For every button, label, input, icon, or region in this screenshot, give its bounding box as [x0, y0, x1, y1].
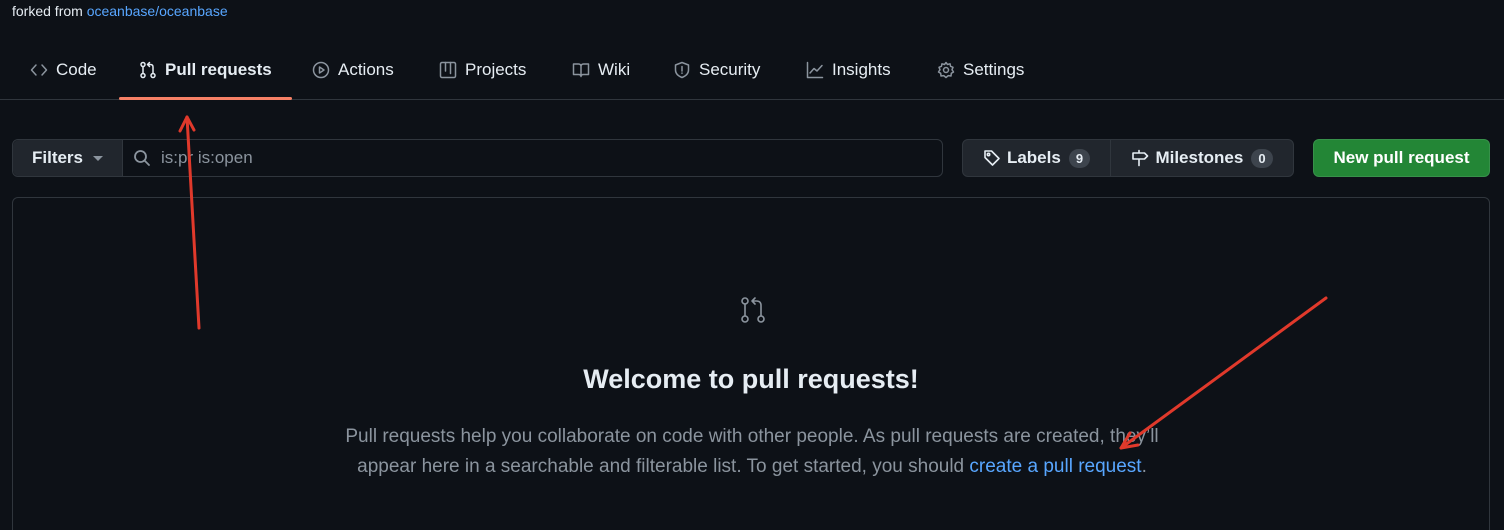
milestone-icon [1132, 149, 1149, 167]
selected-tab-underline [119, 97, 292, 100]
search-icon [134, 150, 150, 166]
tab-pull-requests[interactable]: Pull requests [139, 40, 272, 100]
tab-wiki[interactable]: Wiki [572, 40, 630, 100]
shield-icon [674, 61, 690, 79]
milestones-counter: 0 [1251, 148, 1273, 168]
filters-button[interactable]: Filters [13, 140, 123, 176]
blankslate-description-end: . [1141, 455, 1147, 477]
git-pull-request-icon [140, 61, 156, 79]
tab-settings-label: Settings [963, 60, 1025, 79]
gear-icon [937, 61, 955, 79]
tab-actions-label: Actions [338, 60, 394, 79]
forked-repo-link[interactable]: oceanbase/oceanbase [87, 3, 228, 19]
tab-insights[interactable]: Insights [806, 40, 891, 100]
tab-actions[interactable]: Actions [312, 40, 394, 100]
forked-from-prefix: forked from [12, 3, 87, 19]
forked-from-line: forked from oceanbase/oceanbase [12, 3, 228, 19]
tab-projects[interactable]: Projects [439, 40, 526, 100]
tab-pull-requests-label: Pull requests [165, 60, 272, 79]
play-icon [312, 61, 330, 79]
tab-settings[interactable]: Settings [937, 40, 1024, 100]
graph-icon [806, 61, 824, 79]
tab-wiki-label: Wiki [598, 60, 631, 79]
filters-label: Filters [31, 148, 84, 167]
repo-nav-tabs: Code Pull requests Actions Projects Wiki… [0, 40, 1504, 100]
create-pull-request-link[interactable]: create a pull request [969, 456, 1141, 477]
code-icon [30, 64, 48, 76]
caret-down-icon [93, 155, 104, 161]
book-icon [572, 63, 590, 78]
blankslate-panel: Welcome to pull requests! Pull requests … [12, 197, 1490, 530]
blankslate-description: Pull requests help you collaborate on co… [343, 422, 1161, 481]
labels-counter: 9 [1068, 148, 1091, 168]
tab-security-label: Security [699, 60, 761, 79]
milestones-label: Milestones [1155, 148, 1244, 167]
git-pull-request-icon [739, 296, 767, 324]
milestones-button[interactable]: Milestones 0 [1111, 140, 1293, 176]
search-input[interactable] [161, 148, 921, 168]
tag-icon [984, 150, 1000, 166]
tab-code-label: Code [56, 60, 97, 79]
tab-code[interactable]: Code [30, 40, 97, 100]
labels-label: Labels [1006, 148, 1061, 167]
table-icon [439, 61, 457, 79]
filter-search-group: Filters [12, 139, 943, 177]
new-pull-request-button[interactable]: New pull request [1313, 139, 1490, 177]
tab-insights-label: Insights [832, 60, 891, 79]
tab-projects-label: Projects [465, 60, 527, 79]
search-container [123, 140, 942, 176]
labels-milestones-group: Labels 9 Milestones 0 [962, 139, 1294, 177]
labels-button[interactable]: Labels 9 [963, 140, 1111, 176]
tab-security[interactable]: Security [673, 40, 760, 100]
blankslate-title: Welcome to pull requests! [583, 364, 919, 394]
